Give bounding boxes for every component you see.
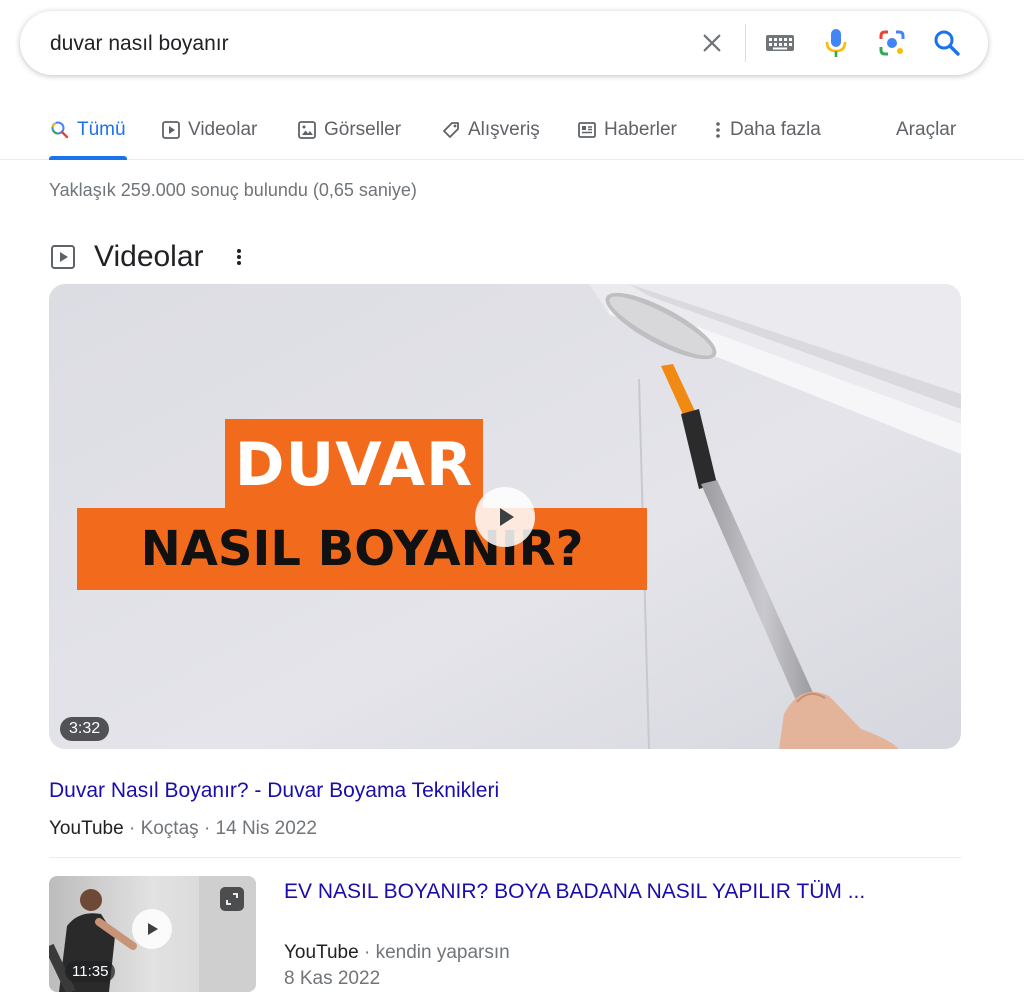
thumbnail-text-line1: DUVAR <box>234 430 474 500</box>
keyboard-icon[interactable] <box>756 11 804 75</box>
search-icon[interactable] <box>923 11 971 75</box>
play-icon <box>160 119 182 141</box>
clear-icon[interactable] <box>688 11 736 75</box>
video-icon <box>49 243 77 271</box>
divider <box>49 857 961 858</box>
tab-all[interactable]: Tümü <box>49 116 126 144</box>
tab-more[interactable]: Daha fazla <box>712 116 821 144</box>
tab-images[interactable]: Görseller <box>296 116 401 144</box>
more-vert-icon <box>712 119 724 141</box>
video-source: YouTube <box>284 942 359 963</box>
video-date: 8 Kas 2022 <box>284 968 381 989</box>
tab-label: Görseller <box>324 119 402 140</box>
active-tab-indicator <box>49 156 127 160</box>
video-thumbnail[interactable]: 11:35 <box>49 876 256 992</box>
videos-section-title: Videolar <box>94 240 204 273</box>
featured-video-title-link[interactable]: Duvar Nasıl Boyanır? - Duvar Boyama Tekn… <box>49 779 499 803</box>
thumbnail-title-box-2: NASIL BOYANIR? <box>77 508 647 590</box>
search-tabs: Tümü Videolar Görseller Alışveriş Haberl… <box>0 100 1024 160</box>
tab-label: Videolar <box>188 119 258 140</box>
camera-search-icon[interactable] <box>868 11 916 75</box>
tab-label: Haberler <box>604 119 677 140</box>
tag-icon <box>440 119 462 141</box>
meta-separator: · <box>128 818 136 839</box>
featured-video-meta: YouTube · Koçtaş · 14 Nis 2022 <box>49 818 317 840</box>
tab-shopping[interactable]: Alışveriş <box>440 116 540 144</box>
tools-button[interactable]: Araçlar <box>896 116 956 144</box>
video-source: YouTube <box>49 818 124 839</box>
featured-video-thumbnail[interactable]: DUVAR NASIL BOYANIR? 3:32 <box>49 284 961 749</box>
image-icon <box>296 119 318 141</box>
tab-news[interactable]: Haberler <box>576 116 677 144</box>
microphone-icon[interactable] <box>812 11 860 75</box>
meta-separator: · <box>203 818 211 839</box>
tab-label: Alışveriş <box>468 119 540 140</box>
video-channel: kendin yaparsın <box>375 942 510 963</box>
search-input[interactable] <box>50 29 690 59</box>
more-options-icon[interactable] <box>229 244 249 270</box>
video-meta: YouTube · kendin yaparsın <box>284 942 510 964</box>
play-icon[interactable] <box>132 909 172 949</box>
tab-videos[interactable]: Videolar <box>160 116 257 144</box>
video-title-link[interactable]: EV NASIL BOYANIR? BOYA BADANA NASIL YAPI… <box>284 880 865 904</box>
video-channel: Koçtaş <box>140 818 199 839</box>
tab-label: Tümü <box>77 119 126 140</box>
result-stats: Yaklaşık 259.000 sonuç bulundu (0,65 san… <box>49 180 417 200</box>
duration-badge: 11:35 <box>65 961 116 982</box>
thumbnail-title-box-1: DUVAR <box>225 419 483 511</box>
video-date: 14 Nis 2022 <box>215 818 317 839</box>
expand-icon[interactable] <box>220 887 244 911</box>
search-bar <box>20 11 988 75</box>
tools-label: Araçlar <box>896 119 957 140</box>
meta-separator: · <box>363 942 371 963</box>
search-bar-divider <box>745 24 746 62</box>
duration-badge: 3:32 <box>60 717 110 741</box>
search-icon <box>49 119 71 141</box>
news-icon <box>576 119 598 141</box>
play-icon[interactable] <box>475 487 535 547</box>
tab-label: Daha fazla <box>730 119 821 140</box>
videos-section-header: Videolar <box>49 238 241 276</box>
